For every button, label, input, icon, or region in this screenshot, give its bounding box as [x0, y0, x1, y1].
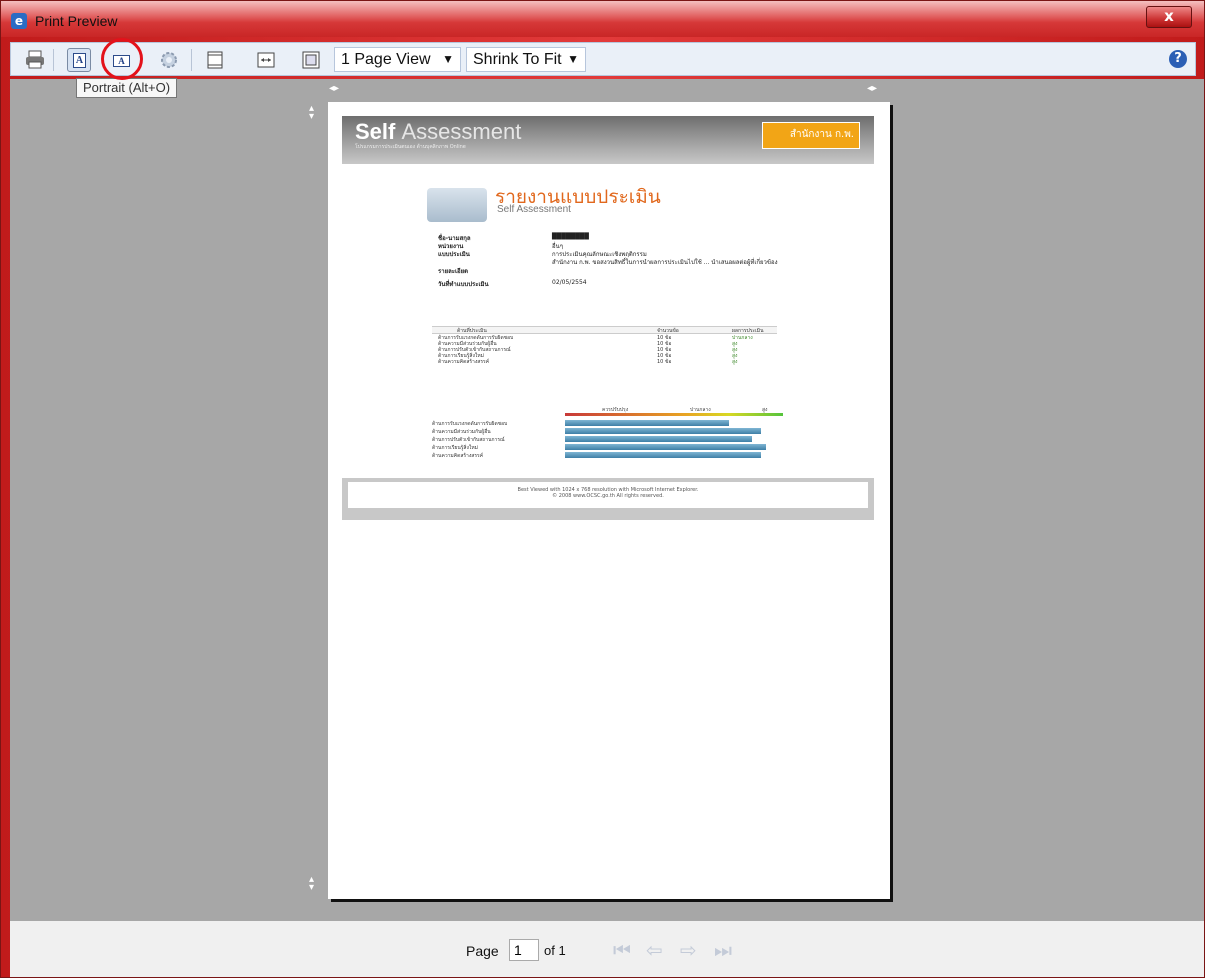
page-setup-button[interactable] [157, 48, 181, 72]
result-table: ด้านที่ประเมิน จำนวนข้อ ผลการประเมิน ด้า… [432, 326, 777, 365]
score-bar [565, 420, 729, 426]
info-block: ชื่อ-นามสกุล ████████ หน่วยงาน อื่นๆ แบบปร… [438, 233, 858, 288]
scale-value: Shrink To Fit [473, 51, 562, 68]
bar-label: ด้านการเรียนรู้สิ่งใหม่ [432, 445, 478, 451]
title-bar[interactable]: e Print Preview x [1, 1, 1204, 37]
info-row: แบบประเมิน การประเมินคุณลักษณะเชิงพฤติกรร… [438, 249, 858, 258]
last-page-icon[interactable]: ⏭ [714, 938, 732, 962]
chevron-down-icon: ▼ [567, 52, 579, 66]
page-total: of 1 [544, 943, 566, 958]
window-title: Print Preview [35, 13, 118, 29]
help-icon[interactable]: ? [1169, 50, 1187, 68]
headers-footers-button[interactable] [203, 48, 227, 72]
org-logo: สำนักงาน ก.พ. [762, 122, 860, 149]
separator [191, 49, 192, 71]
info-key: วันที่ทำแบบประเมิน [438, 281, 489, 288]
info-row: วันที่ทำแบบประเมิน 02/05/2554 [438, 279, 858, 288]
score-bar [565, 436, 752, 442]
table-row: ด้านความคิดสร้างสรรค์ 10 ข้อ สูง [432, 358, 777, 365]
ie-icon: e [11, 13, 27, 29]
bar-label: ด้านการรับแรงกดดันการรับผิดชอบ [432, 421, 508, 427]
right-margin-handle[interactable]: ◂▸ [867, 83, 877, 94]
chevron-down-icon: ▼ [442, 52, 454, 66]
bar-label: ด้านการปรับตัวเข้ากับสถานการณ์ [432, 437, 505, 443]
bar-row: ด้านการปรับตัวเข้ากับสถานการณ์ [432, 436, 777, 443]
report-content: Self Assessment โปรแกรมการประเมินตนเอง ด… [342, 116, 874, 520]
info-key: รายละเอียด [438, 268, 469, 275]
previous-page-icon[interactable]: ⇦ [646, 938, 663, 962]
shrink-to-fit-dropdown[interactable]: Shrink To Fit ▼ [466, 47, 586, 72]
print-button[interactable] [23, 48, 47, 72]
table-cell: สูง [732, 359, 738, 365]
portrait-tooltip: Portrait (Alt+O) [76, 78, 178, 98]
bottom-margin-handle[interactable]: ▴ ▾ [309, 875, 314, 893]
bar-row: ด้านความมีส่วนร่วมกับผู้อื่น [432, 428, 777, 435]
bar-row: ด้านความคิดสร้างสรรค์ [432, 452, 777, 459]
report-icon [427, 188, 487, 222]
table-cell: 10 ข้อ [657, 359, 672, 365]
info-row: รายละเอียด สำนักงาน ก.พ. ขอสงวนสิทธิ์ในกา… [438, 257, 858, 279]
full-page-button[interactable] [299, 48, 323, 72]
report-footer-text: Best Viewed with 1024 x 768 resolution w… [348, 482, 868, 508]
info-row: หน่วยงาน อื่นๆ [438, 241, 858, 250]
page-icon [207, 51, 223, 69]
logo-title-bold: Self [355, 119, 396, 144]
highlight-circle [101, 38, 143, 80]
separator [53, 49, 54, 71]
score-bar [565, 444, 766, 450]
bar-row: ด้านการรับแรงกดดันการรับผิดชอบ [432, 420, 777, 427]
left-margin-handle[interactable]: ◂▸ [329, 83, 339, 94]
first-page-icon[interactable]: ⏮ [613, 938, 631, 962]
portrait-icon: A [73, 53, 86, 68]
top-margin-handle[interactable]: ▴ ▾ [309, 104, 314, 122]
footer-line: © 2008 www.OCSC.go.th All rights reserve… [552, 493, 664, 499]
info-value: ████████ [552, 233, 589, 240]
portrait-button[interactable]: A [67, 48, 91, 72]
report-logo-title: Self Assessment [355, 119, 521, 145]
status-bar [10, 921, 1204, 977]
score-bar [565, 428, 761, 434]
preview-page: Self Assessment โปรแกรมการประเมินตนเอง ด… [328, 102, 890, 899]
page-label: Page [466, 943, 499, 959]
page-view-dropdown[interactable]: 1 Page View ▼ [334, 47, 461, 72]
page-number-input[interactable] [509, 939, 539, 961]
close-button[interactable]: x [1146, 6, 1192, 28]
bar-row: ด้านการเรียนรู้สิ่งใหม่ [432, 444, 777, 451]
full-width-icon [257, 52, 275, 68]
score-bar [565, 452, 761, 458]
report-footer: Best Viewed with 1024 x 768 resolution w… [342, 478, 874, 520]
info-value: สำนักงาน ก.พ. ขอสงวนสิทธิ์ในการนำผลการปร… [552, 259, 778, 266]
banner-subtitle: Self Assessment [497, 204, 571, 215]
info-value: 02/05/2554 [552, 279, 587, 286]
logo-title-rest: Assessment [401, 119, 522, 144]
full-width-button[interactable] [254, 48, 278, 72]
report-banner: รายงานแบบประเมิน Self Assessment [427, 182, 727, 222]
printer-icon [26, 50, 44, 69]
score-scale [565, 413, 783, 416]
next-page-icon[interactable]: ⇨ [680, 938, 697, 962]
table-cell: ด้านความคิดสร้างสรรค์ [438, 359, 490, 365]
full-page-icon [302, 51, 320, 69]
gear-icon [161, 52, 177, 68]
print-preview-window: e Print Preview x A A 1 Page View ▼ Shri… [0, 0, 1205, 978]
report-logo-subtitle: โปรแกรมการประเมินตนเอง ด้านบุคลิกภาพ Onl… [355, 144, 466, 150]
bar-label: ด้านความคิดสร้างสรรค์ [432, 453, 484, 459]
info-row: ชื่อ-นามสกุล ████████ [438, 233, 858, 242]
page-view-value: 1 Page View [341, 51, 431, 68]
bar-label: ด้านความมีส่วนร่วมกับผู้อื่น [432, 429, 491, 435]
table-header: ด้านที่ประเมิน จำนวนข้อ ผลการประเมิน [432, 326, 777, 334]
report-header: Self Assessment โปรแกรมการประเมินตนเอง ด… [342, 116, 874, 164]
toolbar: A A 1 Page View ▼ Shrink To Fit ▼ ? [10, 42, 1196, 76]
